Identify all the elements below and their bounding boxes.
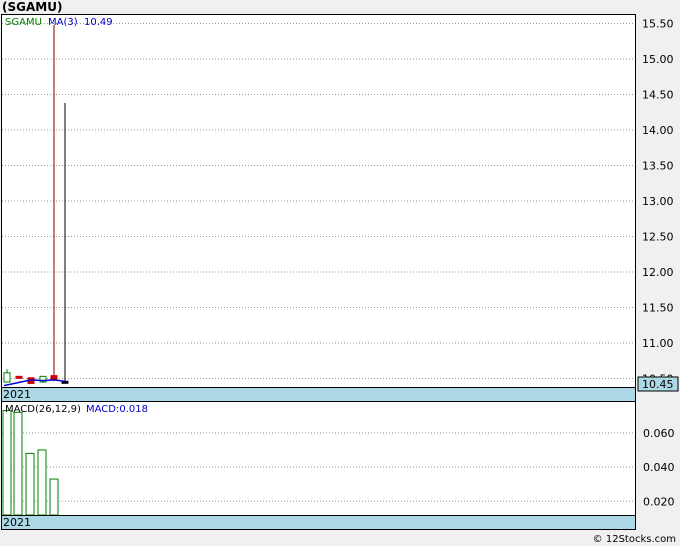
macd-year-label: 2021 [3,516,31,529]
legend-ma: MA(3) [48,17,78,28]
legend-symbol: SGAMU [5,17,42,28]
price-tick-label: 14.50 [642,89,674,102]
price-plot-area [1,14,636,388]
price-tick-label: 14.00 [642,124,674,137]
macd-legend-params: MACD(26,12,9) [5,404,81,415]
price-tick-label: 13.00 [642,195,674,208]
candle-body [3,372,11,383]
macd-date-band [1,515,636,530]
price-year-label: 2021 [3,388,31,401]
macd-tick-label: 0.020 [643,495,675,508]
legend-ma-value: 10.49 [84,17,113,28]
stock-chart: 10.5011.0011.5012.0012.5013.0013.5014.00… [1,14,679,530]
price-tick-label: 15.00 [642,53,674,66]
macd-plot-area [1,401,636,516]
price-y-axis: 10.5011.0011.5012.0012.5013.0013.5014.00… [642,18,674,386]
price-tick-label: 15.50 [642,18,674,31]
site-credit: © 12Stocks.com [592,534,676,545]
price-tick-label: 12.00 [642,266,674,279]
last-price-label: 10.45 [642,378,674,391]
macd-bar [13,411,23,516]
price-tick-label: 13.50 [642,160,674,173]
macd-bar [2,410,12,516]
candle-body [15,375,23,379]
price-tick-label: 11.00 [642,337,674,350]
macd-bar [25,452,35,516]
price-tick-label: 12.50 [642,230,674,243]
macd-tick-label: 0.040 [643,461,675,474]
price-tick-label: 11.50 [642,301,674,314]
macd-y-axis: 0.020 0.040 0.060 [643,427,675,508]
price-date-band [1,387,636,402]
macd-bar [49,478,59,516]
macd-tick-label: 0.060 [643,427,675,440]
macd-bar [37,449,47,516]
macd-legend-value: MACD:0.018 [86,404,148,415]
